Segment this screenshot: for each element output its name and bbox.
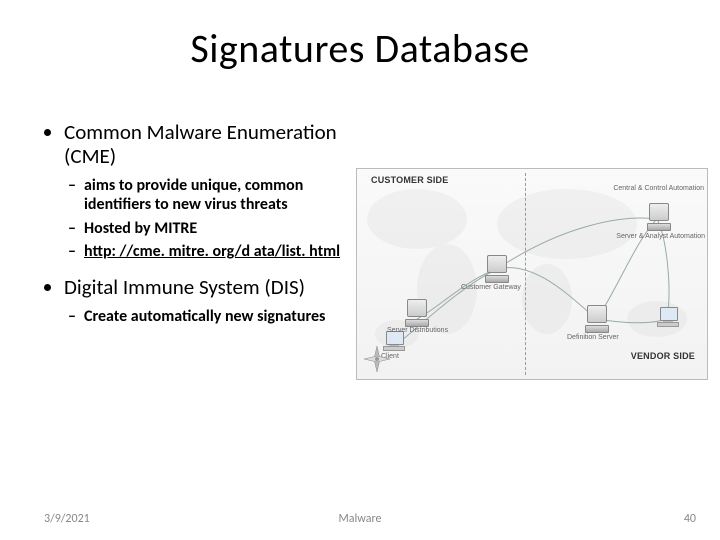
slide: Signatures Database Common Malware Enume… xyxy=(0,0,720,540)
sub-link: http: //cme. mitre. org/d ata/list. html xyxy=(84,242,354,261)
node-server-dist xyxy=(405,299,427,327)
node-customer-gateway xyxy=(485,255,507,283)
node-analyst xyxy=(657,307,679,327)
architecture-diagram: CUSTOMER SIDE VENDOR SIDE Client Server … xyxy=(356,168,708,380)
footer-title: Malware xyxy=(0,512,720,526)
node-central xyxy=(647,203,669,231)
content-column: Common Malware Enumeration (CME) aims to… xyxy=(44,120,354,340)
cme-url-link[interactable]: http: //cme. mitre. org/d ata/list. html xyxy=(84,242,340,261)
caption-analyst: Server & Analyst Automation xyxy=(615,233,705,240)
caption-server-dist: Server Distributions xyxy=(387,327,448,334)
caption-customer-gateway: Customer Gateway xyxy=(461,284,521,291)
sub-list-dis: Create automatically new signatures xyxy=(64,307,354,326)
bullet-list: Common Malware Enumeration (CME) aims to… xyxy=(44,120,354,326)
caption-definition-server: Definition Server xyxy=(567,334,619,341)
bullet-dis-text: Digital Immune System (DIS) xyxy=(64,274,305,300)
sub-create: Create automatically new signatures xyxy=(84,307,354,326)
bullet-cme-text: Common Malware Enumeration (CME) xyxy=(64,119,337,169)
sub-list-cme: aims to provide unique, common identifie… xyxy=(64,176,354,261)
bullet-dis: Digital Immune System (DIS) Create autom… xyxy=(64,275,354,326)
slide-title: Signatures Database xyxy=(0,24,720,73)
footer-page-number: 40 xyxy=(684,512,696,526)
connections xyxy=(357,169,707,379)
sub-hosted: Hosted by MITRE xyxy=(84,219,354,238)
node-definition-server xyxy=(585,305,607,333)
sub-aims: aims to provide unique, common identifie… xyxy=(84,176,354,214)
bullet-cme: Common Malware Enumeration (CME) aims to… xyxy=(64,120,354,261)
compass-icon xyxy=(363,345,391,373)
caption-central: Central & Control Automation xyxy=(609,185,704,192)
